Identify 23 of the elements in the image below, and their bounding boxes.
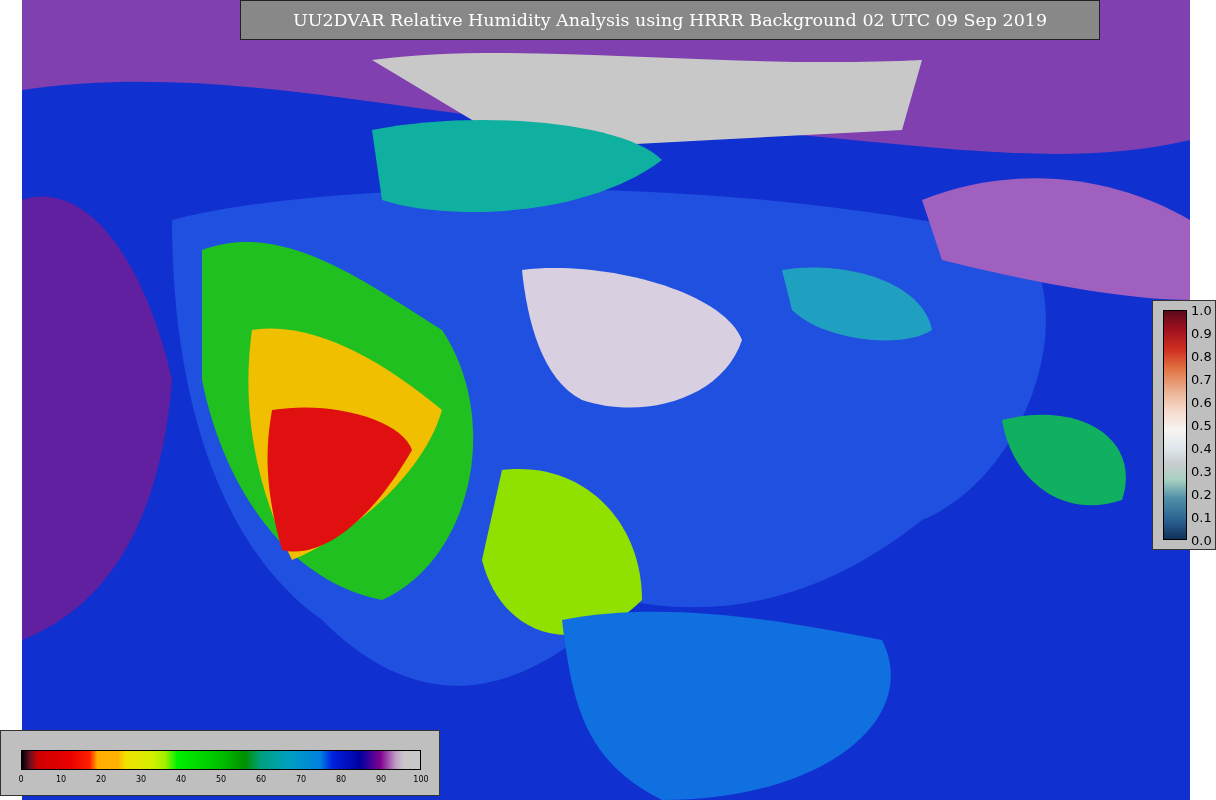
tick-label: 30 [135, 775, 147, 784]
tick-label: 0 [18, 775, 24, 784]
tick-label: 0.9 [1191, 325, 1212, 341]
tick-label: 0.5 [1191, 417, 1212, 433]
tick-label: 90 [375, 775, 387, 784]
tick-label: 50 [215, 775, 227, 784]
chart-title: UU2DVAR Relative Humidity Analysis using HRRR Background 02 UTC 09 Sep 2019 [240, 0, 1100, 40]
tick-label: 80 [335, 775, 347, 784]
tick-label: 0.1 [1191, 509, 1212, 525]
tick-label: 0.2 [1191, 486, 1212, 502]
tick-label: 0.4 [1191, 440, 1212, 456]
tick-label: 60 [255, 775, 267, 784]
tick-label: 0.6 [1191, 394, 1212, 410]
tick-label: 0.7 [1191, 371, 1212, 387]
tick-label: 10 [55, 775, 67, 784]
tick-label: 0.3 [1191, 463, 1212, 479]
tick-label: 0.8 [1191, 348, 1212, 364]
tick-label: 0.0 [1191, 532, 1212, 548]
tick-label: 100 [413, 775, 429, 784]
tick-label: 40 [175, 775, 187, 784]
tick-label: 1.0 [1191, 302, 1212, 318]
tick-label: 70 [295, 775, 307, 784]
tick-label: 20 [95, 775, 107, 784]
